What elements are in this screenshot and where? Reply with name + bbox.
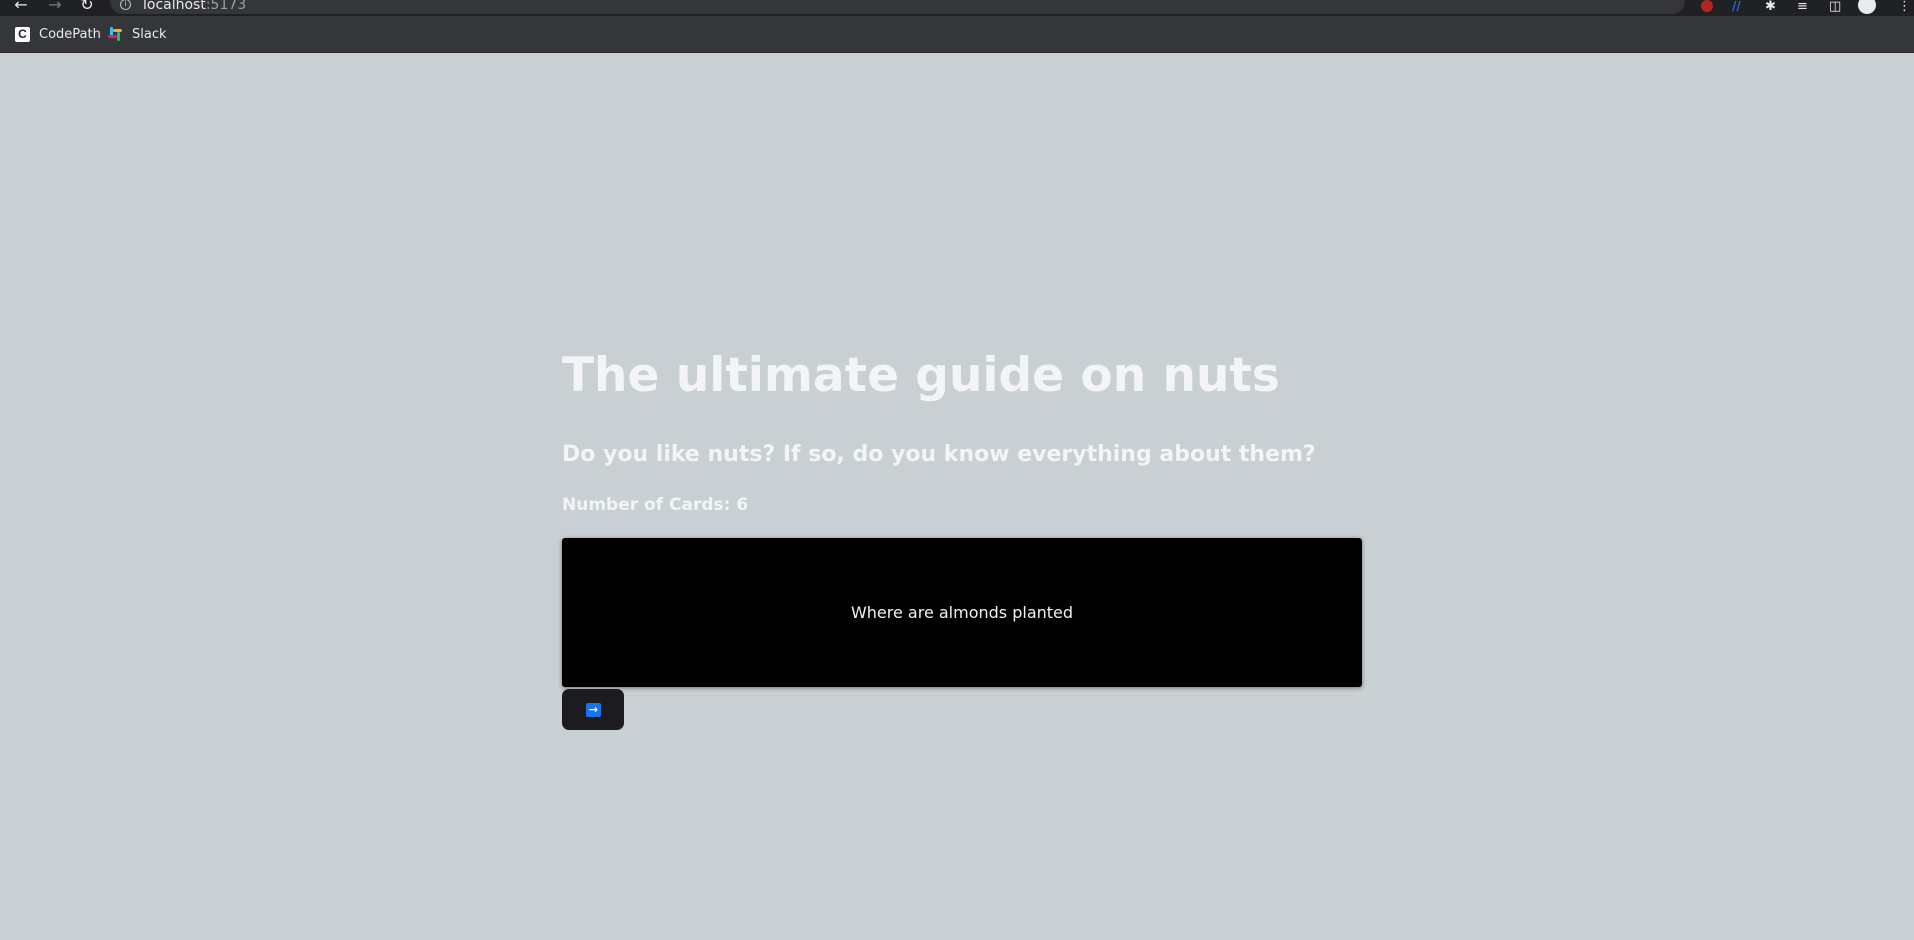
address-url[interactable]: localhost:5173 bbox=[143, 0, 246, 13]
page-subtitle: Do you like nuts? If so, do you know eve… bbox=[562, 442, 1316, 467]
arrow-right-icon: → bbox=[586, 703, 601, 717]
browser-toolbar: ← → ↻ i localhost:5173 ↗ ☆ // ✱ ≡ ◫ ⋮ bbox=[0, 0, 1914, 16]
extension-record-icon[interactable] bbox=[1701, 0, 1713, 12]
card-count: Number of Cards: 6 bbox=[562, 495, 749, 515]
site-info-icon[interactable]: i bbox=[120, 0, 131, 10]
share-icon[interactable]: ↗ bbox=[1633, 0, 1644, 2]
next-card-button[interactable]: → bbox=[562, 689, 624, 730]
bookmark-slack[interactable]: Slack bbox=[107, 25, 167, 43]
bookmark-label: Slack bbox=[132, 26, 167, 42]
extension-wave-icon[interactable]: // bbox=[1732, 0, 1746, 13]
reload-icon[interactable]: ↻ bbox=[76, 0, 98, 14]
slack-logo-icon bbox=[107, 26, 123, 42]
bookmark-codepath[interactable]: C CodePath bbox=[15, 25, 101, 43]
profile-avatar[interactable] bbox=[1858, 0, 1876, 14]
codepath-logo-icon: C bbox=[15, 26, 30, 42]
bookmarks-bar: C CodePath Slack bbox=[0, 16, 1914, 53]
bookmark-star-icon[interactable]: ☆ bbox=[1661, 0, 1673, 2]
extensions-puzzle-icon[interactable]: ✱ bbox=[1765, 0, 1776, 13]
address-bar[interactable]: i localhost:5173 ↗ ☆ bbox=[110, 0, 1685, 14]
forward-arrow-icon[interactable]: → bbox=[44, 0, 66, 14]
menu-kebab-icon[interactable]: ⋮ bbox=[1898, 0, 1911, 13]
back-arrow-icon[interactable]: ← bbox=[10, 0, 32, 14]
media-queue-icon[interactable]: ≡ bbox=[1797, 0, 1808, 13]
bookmark-label: CodePath bbox=[39, 26, 101, 42]
flashcard[interactable]: Where are almonds planted bbox=[562, 538, 1362, 687]
page-title: The ultimate guide on nuts bbox=[562, 348, 1280, 403]
flashcard-text: Where are almonds planted bbox=[850, 603, 1074, 622]
side-panel-icon[interactable]: ◫ bbox=[1829, 0, 1841, 13]
